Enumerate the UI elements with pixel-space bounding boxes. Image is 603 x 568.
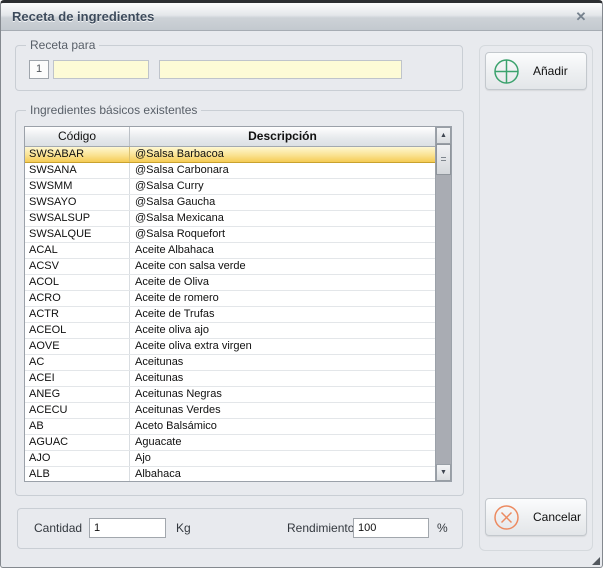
ingredient-code: AC — [25, 355, 130, 370]
ingredient-code: ANEG — [25, 387, 130, 402]
ingredient-code: SWSALSUP — [25, 211, 130, 226]
ingredient-description: Aceitunas Negras — [130, 387, 435, 402]
ingredient-table-header: Código Descripción — [25, 127, 435, 147]
ingredient-description: Aceitunas Verdes — [130, 403, 435, 418]
table-row[interactable]: AOVEAceite oliva extra virgen — [25, 339, 435, 355]
ingredient-code: ACTR — [25, 307, 130, 322]
ingredient-code: SWSMM — [25, 179, 130, 194]
table-row[interactable]: ALBAlbahaca — [25, 467, 435, 481]
table-row[interactable]: ACEOLAceite oliva ajo — [25, 323, 435, 339]
cancel-button[interactable]: Cancelar — [485, 498, 587, 536]
ingredient-description: Aceto Balsámico — [130, 419, 435, 434]
add-button[interactable]: Añadir — [485, 52, 587, 90]
scrollbar-thumb-ridges — [441, 157, 446, 163]
ingredient-description: @Salsa Carbonara — [130, 163, 435, 178]
cantidad-input[interactable] — [89, 518, 166, 538]
cancel-button-label: Cancelar — [533, 510, 581, 524]
ingredient-table-body: SWSABAR@Salsa BarbacoaSWSANA@Salsa Carbo… — [25, 147, 435, 481]
action-panel: Añadir Cancelar — [479, 45, 593, 551]
ingredient-code: ACEOL — [25, 323, 130, 338]
close-icon[interactable]: ✕ — [572, 8, 590, 26]
ingredient-code: ACOL — [25, 275, 130, 290]
recipe-code-input[interactable] — [53, 60, 149, 79]
ingredient-code: SWSANA — [25, 163, 130, 178]
percent-label: % — [437, 521, 448, 535]
table-row[interactable]: AJOAjo — [25, 451, 435, 467]
resize-grip-icon[interactable] — [592, 557, 600, 565]
ingredient-code: ACAL — [25, 243, 130, 258]
ingredient-code: SWSALQUE — [25, 227, 130, 242]
groupbox-ingredientes-label: Ingredientes básicos existentes — [26, 103, 201, 118]
table-row[interactable]: SWSALSUP@Salsa Mexicana — [25, 211, 435, 227]
table-row[interactable]: ACTRAceite de Trufas — [25, 307, 435, 323]
x-circle-icon — [493, 504, 520, 531]
ingredient-description: Aceite oliva extra virgen — [130, 339, 435, 354]
table-row[interactable]: SWSMM@Salsa Curry — [25, 179, 435, 195]
ingredient-code: ACECU — [25, 403, 130, 418]
dialog-window: Receta de ingredientes ✕ Receta para 1 I… — [0, 0, 603, 568]
table-row[interactable]: ABAceto Balsámico — [25, 419, 435, 435]
table-row[interactable]: AGUACAguacate — [25, 435, 435, 451]
add-button-label: Añadir — [533, 64, 568, 78]
ingredient-description: Aceite con salsa verde — [130, 259, 435, 274]
ingredient-description: Aguacate — [130, 435, 435, 450]
table-row[interactable]: ACSVAceite con salsa verde — [25, 259, 435, 275]
table-row[interactable]: ACROAceite de romero — [25, 291, 435, 307]
ingredient-description: Albahaca — [130, 467, 435, 481]
ingredient-description: @Salsa Barbacoa — [130, 147, 435, 162]
titlebar: Receta de ingredientes ✕ — [1, 3, 602, 31]
ingredient-description: Aceite oliva ajo — [130, 323, 435, 338]
window-title: Receta de ingredientes — [12, 9, 154, 24]
table-row[interactable]: ACAceitunas — [25, 355, 435, 371]
table-row[interactable]: SWSANA@Salsa Carbonara — [25, 163, 435, 179]
groupbox-receta-para-label: Receta para — [26, 38, 99, 53]
ingredient-code: SWSABAR — [25, 147, 130, 162]
ingredient-code: AJO — [25, 451, 130, 466]
ingredient-code: SWSAYO — [25, 195, 130, 210]
ingredient-description: @Salsa Curry — [130, 179, 435, 194]
ingredient-description: Aceite de Oliva — [130, 275, 435, 290]
table-row[interactable]: ACALAceite Albahaca — [25, 243, 435, 259]
plus-circle-icon — [493, 58, 520, 85]
groupbox-ingredientes: Ingredientes básicos existentes Código D… — [15, 110, 464, 496]
ingredient-table: Código Descripción SWSABAR@Salsa Barbaco… — [24, 126, 452, 482]
ingredient-description: @Salsa Mexicana — [130, 211, 435, 226]
ingredient-description: Aceite de Trufas — [130, 307, 435, 322]
ingredient-code: ALB — [25, 467, 130, 481]
table-row[interactable]: SWSALQUE@Salsa Roquefort — [25, 227, 435, 243]
column-header-codigo[interactable]: Código — [25, 127, 130, 146]
scroll-down-icon[interactable]: ▼ — [436, 464, 451, 481]
scroll-up-icon[interactable]: ▲ — [436, 127, 451, 144]
ingredient-description: Aceite Albahaca — [130, 243, 435, 258]
ingredient-description: Aceite de romero — [130, 291, 435, 306]
ingredient-description: @Salsa Gaucha — [130, 195, 435, 210]
ingredient-code: AGUAC — [25, 435, 130, 450]
ingredient-code: AB — [25, 419, 130, 434]
ingredient-code: ACRO — [25, 291, 130, 306]
table-row[interactable]: ANEGAceitunas Negras — [25, 387, 435, 403]
rendimiento-input[interactable] — [353, 518, 429, 538]
recipe-number-field[interactable]: 1 — [29, 60, 49, 79]
ingredient-description: @Salsa Roquefort — [130, 227, 435, 242]
table-row[interactable]: SWSAYO@Salsa Gaucha — [25, 195, 435, 211]
groupbox-receta-para: Receta para 1 — [15, 45, 463, 91]
table-row[interactable]: ACEIAceitunas — [25, 371, 435, 387]
ingredient-code: AOVE — [25, 339, 130, 354]
ingredient-code: ACSV — [25, 259, 130, 274]
recipe-name-input[interactable] — [159, 60, 402, 79]
table-row[interactable]: SWSABAR@Salsa Barbacoa — [25, 147, 435, 163]
rendimiento-label: Rendimiento — [287, 521, 354, 535]
ingredient-description: Ajo — [130, 451, 435, 466]
scrollbar-thumb[interactable] — [436, 144, 451, 175]
ingredient-code: ACEI — [25, 371, 130, 386]
cantidad-label: Cantidad — [34, 521, 82, 535]
ingredient-description: Aceitunas — [130, 371, 435, 386]
table-row[interactable]: ACECUAceitunas Verdes — [25, 403, 435, 419]
groupbox-footer: Cantidad Kg Rendimiento % — [17, 508, 463, 549]
ingredient-description: Aceitunas — [130, 355, 435, 370]
vertical-scrollbar[interactable]: ▲ ▼ — [435, 127, 451, 481]
unit-label: Kg — [176, 521, 191, 535]
column-header-descripcion[interactable]: Descripción — [130, 127, 435, 146]
table-row[interactable]: ACOLAceite de Oliva — [25, 275, 435, 291]
